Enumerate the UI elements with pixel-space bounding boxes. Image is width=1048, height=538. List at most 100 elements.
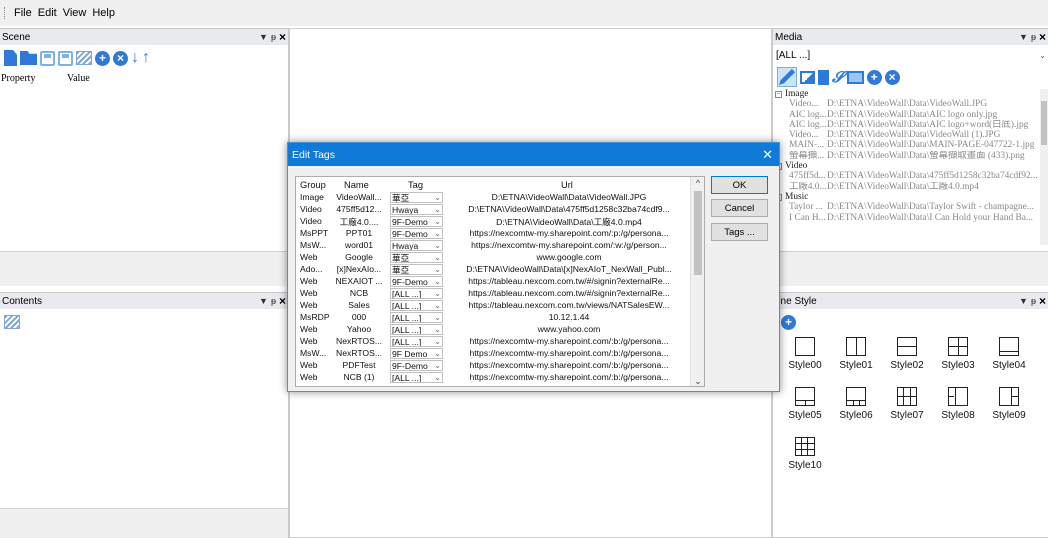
- tag-select[interactable]: 華亞 ⌄: [390, 252, 443, 263]
- tags-button[interactable]: Tags ...: [711, 223, 768, 241]
- name-column-header[interactable]: Name: [344, 180, 369, 190]
- move-down-icon[interactable]: ↓: [131, 50, 139, 66]
- tag-select[interactable]: Hwaya ⌄: [390, 240, 443, 251]
- save-as-icon[interactable]: [58, 50, 73, 66]
- style-07[interactable]: Style07: [881, 387, 933, 427]
- list-item[interactable]: AIC log... D:\ETNA\VideoWall\Data\AIC log…: [775, 110, 1040, 120]
- tag-select[interactable]: [ALL ...] ⌄: [390, 372, 443, 383]
- group-column-header[interactable]: Group: [300, 180, 326, 190]
- document-icon[interactable]: [818, 69, 829, 85]
- pin-icon[interactable]: ᵽ: [271, 296, 276, 306]
- table-row[interactable]: Ado... [x]NexAIo... 華亞 ⌄ D:\ETNA\VideoWall\D…: [296, 264, 694, 276]
- clapper-icon[interactable]: [76, 51, 92, 65]
- collapse-icon[interactable]: −: [775, 90, 782, 98]
- tag-select[interactable]: 9F-Demo ⌄: [390, 228, 443, 239]
- save-icon[interactable]: [40, 50, 55, 66]
- style-10[interactable]: Style10: [779, 437, 831, 477]
- pencil-icon[interactable]: [779, 69, 795, 85]
- tag-select[interactable]: 9F Demo ⌄: [390, 348, 443, 359]
- close-icon[interactable]: ×: [279, 295, 286, 307]
- tree-group-music[interactable]: −Music: [775, 192, 1040, 202]
- remove-icon[interactable]: ×: [113, 50, 128, 66]
- style-02[interactable]: Style02: [881, 337, 933, 377]
- table-row[interactable]: Web Sales [ALL ...] ⌄ https://tableau.nexcom…: [296, 300, 694, 312]
- ok-button[interactable]: OK: [711, 176, 768, 194]
- table-row[interactable]: MsRDP 000 [ALL ...] ⌄ 10.12.1.44: [296, 312, 694, 324]
- open-folder-icon[interactable]: [20, 51, 37, 65]
- tag-select[interactable]: 9F-Demo ⌄: [390, 216, 443, 227]
- list-item[interactable]: 螢幕擷... D:\ETNA\VideoWall\Data\螢幕擷取畫面 (433…: [775, 151, 1040, 161]
- tag-select[interactable]: [ALL ...] ⌄: [390, 312, 443, 323]
- pin-icon[interactable]: ᵽ: [1031, 32, 1036, 42]
- panel-menu-icon[interactable]: ▼: [1019, 296, 1028, 306]
- add-icon[interactable]: +: [866, 69, 882, 85]
- table-row[interactable]: MsPPT PPT01 9F-Demo ⌄ https://nexcomtw-my.sh…: [296, 228, 694, 240]
- panel-menu-icon[interactable]: ▼: [259, 296, 268, 306]
- style-08[interactable]: Style08: [932, 387, 984, 427]
- close-icon[interactable]: ×: [279, 31, 286, 43]
- tag-select[interactable]: [ALL ...] ⌄: [390, 300, 443, 311]
- tree-group-image[interactable]: − Image: [775, 89, 1040, 99]
- tag-select[interactable]: [ALL ...] ⌄: [390, 336, 443, 347]
- table-row[interactable]: Web Yahoo [ALL ...] ⌄ www.yahoo.com: [296, 324, 694, 336]
- scrollbar-thumb[interactable]: [694, 191, 702, 275]
- table-row[interactable]: Web NCB (1) [ALL ...] ⌄ https://nexcomtw-my.…: [296, 372, 694, 384]
- tag-select[interactable]: 9F-Demo ⌄: [390, 276, 443, 287]
- table-row[interactable]: Web PDFTest 9F-Demo ⌄ https://nexcomtw-my.sh…: [296, 360, 694, 372]
- close-icon[interactable]: ×: [1039, 31, 1046, 43]
- table-row[interactable]: Image VideoWall... 華亞 ⌄ D:\ETNA\VideoWall\Da…: [296, 192, 694, 204]
- style-09[interactable]: Style09: [983, 387, 1035, 427]
- menu-edit[interactable]: Edit: [35, 7, 60, 19]
- close-icon[interactable]: ✕: [762, 147, 773, 163]
- list-item[interactable]: 475ff5d... D:\ETNA\VideoWall\Data\475ff5d…: [775, 171, 1040, 181]
- table-row[interactable]: Web NexRTOS... [ALL ...] ⌄ https://nexcomtw-…: [296, 336, 694, 348]
- style-04[interactable]: Style04: [983, 337, 1035, 377]
- list-item[interactable]: Taylor ... D:\ETNA\VideoWall\Data\Taylor …: [775, 202, 1040, 212]
- link-icon[interactable]: 𝓢: [832, 70, 844, 85]
- table-row[interactable]: Video 475ff5d12... Hwaya ⌄ D:\ETNA\VideoWall…: [296, 204, 694, 216]
- media-scrollbar[interactable]: [1040, 89, 1048, 245]
- url-column-header[interactable]: Url: [561, 180, 573, 190]
- remove-icon[interactable]: ×: [884, 69, 900, 85]
- edit-selected-wrap[interactable]: [777, 67, 797, 87]
- style-05[interactable]: Style05: [779, 387, 831, 427]
- list-item[interactable]: AIC log... D:\ETNA\VideoWall\Data\AIC log…: [775, 120, 1040, 130]
- tag-column-header[interactable]: Tag: [408, 180, 423, 190]
- list-item[interactable]: 工廠4.0... D:\ETNA\VideoWall\Data\工廠4.0.mp4: [775, 182, 1040, 192]
- tag-select[interactable]: [ALL ...] ⌄: [390, 324, 443, 335]
- move-up-icon[interactable]: ↑: [142, 50, 150, 66]
- table-row[interactable]: Web NCB [ALL ...] ⌄ https://tableau.nexcom.c…: [296, 288, 694, 300]
- table-row[interactable]: Web Google 華亞 ⌄ www.google.com: [296, 252, 694, 264]
- image-icon[interactable]: [800, 70, 815, 84]
- scroll-up-icon[interactable]: ^: [691, 178, 704, 188]
- style-06[interactable]: Style06: [830, 387, 882, 427]
- list-item[interactable]: Video... D:\ETNA\VideoWall\Data\VideoWall…: [775, 99, 1040, 109]
- panel-menu-icon[interactable]: ▼: [259, 32, 268, 42]
- pin-icon[interactable]: ᵽ: [271, 32, 276, 42]
- tree-group-video[interactable]: −Video: [775, 161, 1040, 171]
- tags-list-scrollbar[interactable]: ^ ⌄: [690, 177, 704, 386]
- style-01[interactable]: Style01: [830, 337, 882, 377]
- add-icon[interactable]: +: [95, 50, 110, 66]
- add-icon[interactable]: +: [781, 314, 796, 330]
- style-03[interactable]: Style03: [932, 337, 984, 377]
- close-icon[interactable]: ×: [1039, 295, 1046, 307]
- media-filter-dropdown[interactable]: [ALL ...] ⌄: [775, 47, 1046, 63]
- pin-icon[interactable]: ᵽ: [1031, 296, 1036, 306]
- table-row[interactable]: Video 工廠4.0.... 9F-Demo ⌄ D:\ETNA\VideoWall\…: [296, 216, 694, 228]
- tag-select[interactable]: Hwaya ⌄: [390, 204, 443, 215]
- tag-select[interactable]: 華亞 ⌄: [390, 192, 443, 203]
- list-item[interactable]: I Can H... D:\ETNA\VideoWall\Data\I Can H…: [775, 213, 1040, 223]
- list-item[interactable]: MAIN-... D:\ETNA\VideoWall\Data\MAIN-PAGE…: [775, 140, 1040, 150]
- table-row[interactable]: MsW... word01 Hwaya ⌄ https://nexcomtw-my.sh…: [296, 240, 694, 252]
- menu-help[interactable]: Help: [89, 7, 118, 19]
- tag-select[interactable]: 華亞 ⌄: [390, 264, 443, 275]
- monitor-icon[interactable]: [846, 70, 864, 84]
- panel-menu-icon[interactable]: ▼: [1019, 32, 1028, 42]
- menu-file[interactable]: File: [11, 7, 35, 19]
- scroll-down-icon[interactable]: ⌄: [691, 376, 704, 386]
- table-row[interactable]: Web NEXAIOT ... 9F-Demo ⌄ https://tableau.ne…: [296, 276, 694, 288]
- list-item[interactable]: Video... D:\ETNA\VideoWall\Data\VideoWall…: [775, 130, 1040, 140]
- cancel-button[interactable]: Cancel: [711, 199, 768, 217]
- new-scene-icon[interactable]: [4, 50, 17, 66]
